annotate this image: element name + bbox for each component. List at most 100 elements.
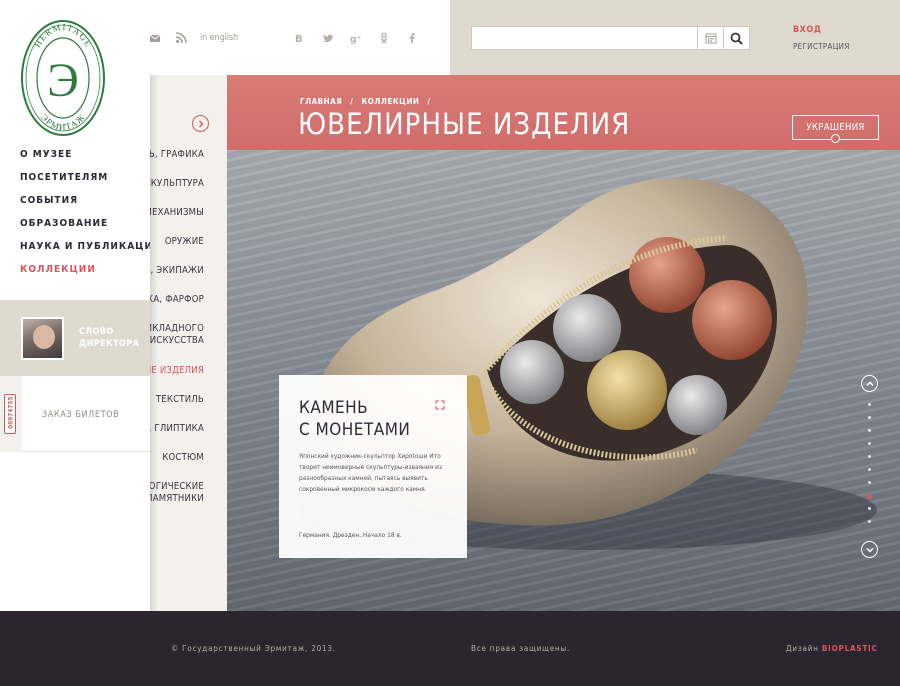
subnav-item[interactable]: ЛОГИЧЕСКИЕПАМЯТНИКИ	[150, 481, 204, 505]
subnav-item-label: ИКА, ФАРФОР	[150, 294, 204, 305]
slider-down-button[interactable]	[861, 541, 878, 558]
subnav-item[interactable]: ИСЬ, ГРАФИКА	[150, 149, 204, 161]
breadcrumb-separator: /	[350, 97, 354, 106]
calendar-icon	[705, 33, 716, 44]
search-box	[471, 26, 750, 50]
exhibit-title-line1: КАМЕНЬ	[299, 398, 369, 418]
slider-dot[interactable]	[868, 455, 871, 458]
breadcrumb-separator: /	[427, 97, 431, 106]
subnav-item-label: КОСТЮМ	[162, 452, 204, 463]
subnav-item[interactable]: ЛЬ, ЭКИПАЖИ	[150, 265, 204, 277]
footer-rights: Все права защищены.	[471, 644, 571, 653]
social-links: B g⁺	[293, 31, 419, 45]
hermitage-logo[interactable]: HERMITAGE ЭРМИТАЖ Э	[20, 18, 106, 138]
odnoklassniki-icon[interactable]	[377, 31, 391, 45]
breadcrumb-link[interactable]: ГЛАВНАЯ	[300, 97, 342, 106]
subnav-item[interactable]: СКУЛЬПТУРА	[150, 178, 204, 190]
slider-dot[interactable]	[868, 403, 871, 406]
subnav-item[interactable]: ИКА, ФАРФОР	[150, 294, 204, 306]
login-link[interactable]: ВХОД	[793, 25, 822, 35]
slider-dot[interactable]	[868, 442, 871, 445]
facebook-icon[interactable]	[405, 31, 419, 45]
subnav-item-label: ТЕКСТИЛЬ	[155, 394, 204, 405]
slider-dot[interactable]	[867, 494, 872, 499]
subnav-item[interactable]: ОРУЖИЕ	[165, 236, 204, 248]
designer-link[interactable]: BIOPLASTIC	[822, 644, 878, 653]
director-label[interactable]: СЛОВО ДИРЕКТОРА	[79, 326, 139, 350]
footer: © Государственный Эрмитаж, 2013. Все пра…	[0, 611, 900, 686]
director-label-line2: ДИРЕКТОРА	[79, 339, 140, 349]
director-label-line1: СЛОВО	[79, 327, 114, 337]
chevron-right-icon	[198, 120, 203, 127]
twitter-icon[interactable]	[321, 31, 335, 45]
collections-subnav: ИСЬ, ГРАФИКА СКУЛЬПТУРА МЕХАНИЗМЫ ОРУЖИЕ ЛЬ,…	[150, 75, 227, 611]
nav-item[interactable]: КОЛЛЕКЦИИ	[20, 264, 162, 287]
subnav-item[interactable]: КА, ГЛИПТИКА	[150, 423, 204, 435]
english-version-link[interactable]: in english	[200, 33, 238, 43]
ticket-tab-code: 00974755	[7, 396, 15, 429]
google-plus-icon[interactable]: g⁺	[349, 31, 363, 45]
slider-dot[interactable]	[868, 468, 871, 471]
subnav-shadow	[150, 75, 158, 611]
search-input[interactable]	[472, 27, 697, 49]
chevron-up-icon	[866, 381, 873, 386]
ticket-tab[interactable]: 00974755	[4, 394, 16, 434]
top-utility-icons: in english	[148, 31, 238, 45]
subnav-item-label-line2: ПАМЯТНИКИ	[150, 493, 204, 504]
subnav-expand-button[interactable]	[192, 115, 209, 132]
director-face	[33, 325, 55, 349]
subnav-item-label: ЛЬ, ЭКИПАЖИ	[150, 265, 204, 276]
subnav-item-label-line2: ИСКУССТВА	[150, 335, 204, 346]
subnav-item-label: ЛОГИЧЕСКИЕ	[150, 481, 204, 492]
subnav-item[interactable]: КОСТЮМ	[162, 452, 204, 464]
main-menu: О МУЗЕЕ ПОСЕТИТЕЛЯМ СОБЫТИЯ ОБРАЗОВАНИЕ НАУК…	[20, 149, 162, 287]
expand-icon[interactable]	[435, 395, 445, 410]
slider-dot[interactable]	[868, 416, 871, 419]
nav-item[interactable]: НАУКА И ПУБЛИКАЦИИ	[20, 241, 162, 264]
slider-dot[interactable]	[868, 429, 871, 432]
breadcrumb-link[interactable]: КОЛЛЕКЦИИ	[361, 97, 419, 106]
nav-item[interactable]: ПОСЕТИТЕЛЯМ	[20, 172, 162, 195]
mail-icon[interactable]	[148, 31, 162, 45]
subnav-item-label: КА, ГЛИПТИКА	[150, 423, 204, 434]
exhibit-title-line2: С МОНЕТАМИ	[299, 420, 411, 440]
calendar-button[interactable]	[697, 27, 723, 49]
subnav-item-label: МЕХАНИЗМЫ	[150, 207, 204, 218]
register-link[interactable]: РЕГИСТРАЦИЯ	[793, 42, 850, 51]
search-button[interactable]	[723, 27, 749, 49]
logo-text-top: HERMITAGE	[32, 22, 93, 49]
svg-text:B: B	[295, 34, 303, 44]
nav-item[interactable]: СОБЫТИЯ	[20, 195, 162, 218]
nav-item[interactable]: ОБРАЗОВАНИЕ	[20, 218, 162, 241]
footer-design-credit: Дизайн BIOPLASTIC	[786, 644, 878, 653]
subnav-item-label: РИКЛАДНОГО	[150, 323, 204, 334]
vk-icon[interactable]: B	[293, 31, 307, 45]
footer-design-label: Дизайн	[786, 644, 819, 653]
slider-dot[interactable]	[868, 520, 871, 523]
slider-dot[interactable]	[868, 481, 871, 484]
logo-letter: Э	[47, 54, 79, 107]
svg-text:HERMITAGE: HERMITAGE	[32, 22, 94, 49]
exhibit-card: КАМЕНЬ С МОНЕТАМИ Японский художник-скул…	[279, 375, 467, 558]
subnav-item-label: ОРУЖИЕ	[164, 236, 204, 247]
subnav-item[interactable]: РИКЛАДНОГОИСКУССТВА	[150, 323, 204, 347]
hero-section: ГЛАВНАЯ / КОЛЛЕКЦИИ / ЮВЕЛИРНЫЕ ИЗДЕЛИЯ УКР…	[227, 75, 900, 611]
slider-up-button[interactable]	[861, 375, 878, 392]
rss-icon[interactable]	[174, 31, 188, 45]
subnav-item-label: СКУЛЬПТУРА	[150, 178, 204, 189]
exhibit-source: Германия. Дрезден. Начало 18 в.	[299, 531, 402, 539]
tickets-link[interactable]: ЗАКАЗ БИЛЕТОВ	[42, 410, 119, 420]
slider-dot[interactable]	[868, 507, 871, 510]
subnav-item[interactable]: ЫЕ ИЗДЕЛИЯ	[150, 365, 204, 377]
nav-item[interactable]: О МУЗЕЕ	[20, 149, 162, 172]
chevron-down-icon	[866, 547, 873, 552]
subnav-item-label: ИСЬ, ГРАФИКА	[150, 149, 204, 160]
category-dropdown-indicator[interactable]	[831, 134, 840, 143]
subnav-item[interactable]: ТЕКСТИЛЬ	[156, 394, 204, 406]
exhibit-description: Японский художник-скульптор Хироtoши Ито…	[299, 452, 442, 493]
hero-header: ГЛАВНАЯ / КОЛЛЕКЦИИ / ЮВЕЛИРНЫЕ ИЗДЕЛИЯ УКР…	[227, 75, 900, 150]
director-photo	[21, 317, 64, 360]
subnav-item[interactable]: МЕХАНИЗМЫ	[150, 207, 204, 219]
top-bar	[0, 0, 900, 75]
director-block[interactable]: СЛОВО ДИРЕКТОРА	[0, 300, 150, 376]
